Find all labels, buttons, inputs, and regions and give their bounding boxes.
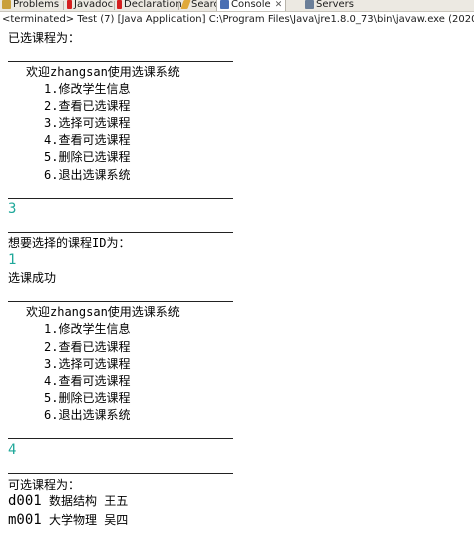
view-tab-bar: Problems Javadoc Declaration Search Cons…	[0, 0, 474, 12]
tab-separator	[63, 1, 64, 10]
divider	[8, 232, 233, 233]
tab-servers-label: Servers	[316, 0, 355, 10]
selection-success-message: 选课成功	[8, 271, 57, 285]
tab-problems-label: Problems	[13, 0, 60, 10]
search-icon	[180, 0, 191, 9]
menu-title: 欢迎zhangsan使用选课系统	[26, 305, 180, 319]
tab-servers[interactable]: Servers	[305, 0, 354, 11]
selected-courses-header: 已选课程为：	[8, 31, 81, 45]
course-name: 数据结构	[48, 494, 97, 508]
menu-item: 1.修改学生信息	[44, 322, 131, 336]
course-id-prompt: 想要选择的课程ID为：	[8, 236, 131, 250]
menu-item: 3.选择可选课程	[44, 116, 131, 130]
menu-item: 2.查看已选课程	[44, 99, 131, 113]
console-status-line: <terminated> Test (7) [Java Application]…	[0, 12, 474, 28]
course-name: 大学物理	[48, 513, 97, 527]
menu-item: 4.查看可选课程	[44, 374, 131, 388]
console-icon	[220, 0, 229, 9]
declaration-icon	[117, 0, 122, 9]
tab-console[interactable]: Console ✕	[216, 0, 287, 11]
divider	[8, 473, 233, 474]
divider	[8, 438, 233, 439]
close-icon[interactable]: ✕	[275, 0, 283, 10]
user-input: 3	[8, 201, 17, 217]
menu-item: 6.退出选课系统	[44, 408, 131, 422]
course-id: m001	[8, 512, 42, 528]
menu-item: 2.查看已选课程	[44, 340, 131, 354]
tab-declaration[interactable]: Declaration	[117, 0, 182, 11]
tab-separator	[114, 1, 115, 10]
tab-declaration-label: Declaration	[124, 0, 182, 10]
user-input: 4	[8, 442, 17, 458]
menu-item: 3.选择可选课程	[44, 357, 131, 371]
course-row: m001 大学物理 吴四	[8, 512, 128, 528]
menu-item: 1.修改学生信息	[44, 82, 131, 96]
problems-icon	[2, 0, 11, 9]
menu-item: 6.退出选课系统	[44, 168, 131, 182]
menu-title: 欢迎zhangsan使用选课系统	[26, 65, 180, 79]
course-teacher: 王五	[104, 494, 129, 508]
menu-item: 4.查看可选课程	[44, 133, 131, 147]
divider	[8, 61, 233, 62]
javadoc-icon	[67, 0, 72, 9]
tab-problems[interactable]: Problems	[2, 0, 59, 11]
servers-icon	[305, 0, 314, 9]
tab-javadoc-label: Javadoc	[74, 0, 114, 10]
user-input: 1	[8, 252, 17, 268]
divider	[8, 301, 233, 302]
console-output[interactable]: 已选课程为： 欢迎zhangsan使用选课系统 1.修改学生信息 2.查看已选课…	[0, 28, 474, 542]
course-id: d001	[8, 493, 42, 509]
menu-item: 5.删除已选课程	[44, 391, 131, 405]
divider	[8, 198, 233, 199]
course-teacher: 吴四	[104, 513, 129, 527]
tab-separator	[178, 1, 179, 10]
tab-console-label: Console	[231, 0, 271, 10]
menu-item: 5.删除已选课程	[44, 150, 131, 164]
tab-javadoc[interactable]: Javadoc	[67, 0, 113, 11]
course-row: d001 数据结构 王五	[8, 493, 128, 509]
available-courses-header: 可选课程为：	[8, 478, 81, 492]
